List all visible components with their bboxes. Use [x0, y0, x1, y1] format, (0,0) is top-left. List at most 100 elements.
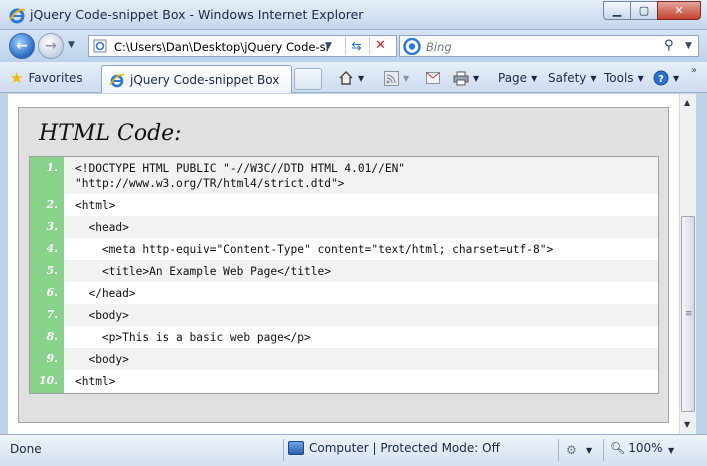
- code-text: <meta http-equiv="Content-Type" content=…: [75, 243, 554, 256]
- favorites-label: Favorites: [28, 71, 83, 85]
- code-text: <html>: [75, 199, 116, 212]
- code-line: 2. <html>: [30, 194, 658, 216]
- page-menu[interactable]: Page ▼: [498, 69, 537, 87]
- code-line: 9. <body>: [30, 348, 658, 370]
- feeds-button[interactable]: ▼: [384, 69, 409, 87]
- chevron-down-icon: ▼: [673, 73, 680, 83]
- minimize-icon: ▁: [612, 4, 622, 17]
- scroll-up-icon[interactable]: ▲: [684, 98, 690, 107]
- code-line: 8. <p>This is a basic web page</p>: [30, 326, 658, 348]
- scroll-down-icon[interactable]: ▼: [684, 420, 690, 429]
- maximize-button[interactable]: ▢: [630, 1, 658, 20]
- chevron-down-icon[interactable]: ▼: [586, 446, 592, 455]
- new-tab-button[interactable]: [294, 68, 322, 90]
- status-divider: [283, 439, 284, 461]
- address-dropdown[interactable]: ▼: [325, 41, 332, 51]
- recent-pages-dropdown[interactable]: ▼: [68, 40, 75, 50]
- protected-mode-icon[interactable]: ⚙: [566, 443, 577, 457]
- code-text: <title>An Example Web Page</title>: [75, 265, 331, 278]
- page-content: HTML Code: 1. <!DOCTYPE HTML PUBLIC "-//W…: [8, 94, 679, 434]
- close-button[interactable]: ✕: [657, 1, 701, 20]
- address-toolbar: ← → ▼ C:\Users\Dan\Desktop\jQuery Code-s…: [0, 30, 707, 62]
- read-mail-button[interactable]: [426, 69, 440, 87]
- vertical-scrollbar[interactable]: ▲ ≡ ▼: [679, 94, 696, 434]
- code-text: <body>: [75, 353, 129, 366]
- zoom-control[interactable]: 🔍︎ 100%: [610, 441, 663, 455]
- tools-menu-label: Tools: [604, 71, 634, 85]
- svg-text:?: ?: [658, 74, 664, 85]
- security-zone[interactable]: Computer | Protected Mode: Off: [288, 441, 500, 455]
- line-number: 5.: [46, 264, 58, 277]
- grip-icon: ≡: [685, 309, 693, 319]
- code-text: <head>: [75, 221, 129, 234]
- command-bar: ★ Favorites jQuery Code-snippet Box ▼ ▼: [0, 62, 707, 93]
- bing-icon: [403, 38, 421, 55]
- line-number: 2.: [46, 198, 58, 211]
- computer-icon: [288, 441, 304, 455]
- status-divider: [558, 439, 559, 461]
- rss-feed-icon: [384, 70, 399, 86]
- zoom-icon: 🔍︎: [610, 441, 626, 455]
- code-block: 1. <!DOCTYPE HTML PUBLIC "-//W3C//DTD HTM…: [29, 156, 659, 394]
- code-text: <!DOCTYPE HTML PUBLIC "-//W3C//DTD HTML …: [75, 162, 406, 190]
- code-line: 3. <head>: [30, 216, 658, 238]
- line-number: 3.: [46, 220, 58, 233]
- status-text: Done: [10, 442, 42, 456]
- code-line: 6. </head>: [30, 282, 658, 304]
- tab-label: jQuery Code-snippet Box: [130, 73, 280, 87]
- print-button[interactable]: ▼: [453, 69, 479, 87]
- window-frame-right: [696, 94, 707, 434]
- tab-active[interactable]: jQuery Code-snippet Box: [101, 65, 292, 93]
- help-icon: ?: [653, 70, 669, 86]
- code-text: <body>: [75, 309, 129, 322]
- search-box[interactable]: Bing ⚲ ▼: [399, 35, 699, 57]
- back-arrow-icon: ←: [16, 38, 28, 54]
- url-text[interactable]: C:\Users\Dan\Desktop\jQuery Code-sni: [114, 40, 329, 54]
- window-title: jQuery Code-snippet Box - Windows Intern…: [30, 7, 364, 22]
- stop-icon[interactable]: ✕: [369, 37, 391, 55]
- chevron-down-icon[interactable]: ▼: [668, 446, 674, 455]
- code-line: 5. <title>An Example Web Page</title>: [30, 260, 658, 282]
- page-icon: [93, 39, 107, 53]
- help-button[interactable]: ? ▼: [653, 69, 679, 87]
- page-title: HTML Code:: [39, 121, 182, 146]
- chevron-down-icon: ▼: [531, 73, 538, 83]
- home-button[interactable]: ▼: [338, 69, 364, 87]
- page-menu-label: Page: [498, 71, 528, 85]
- code-line: 7. <body>: [30, 304, 658, 326]
- minimize-button[interactable]: ▁: [603, 1, 631, 20]
- line-number: 8.: [46, 330, 58, 343]
- printer-icon: [453, 71, 469, 85]
- line-number: 6.: [46, 286, 58, 299]
- scrollbar-thumb[interactable]: ≡: [681, 216, 695, 412]
- line-number: 10.: [38, 374, 58, 387]
- line-number: 7.: [46, 308, 58, 321]
- zoom-level: 100%: [628, 441, 663, 455]
- forward-arrow-icon: →: [45, 38, 57, 54]
- star-icon: ★: [10, 69, 24, 87]
- forward-button[interactable]: →: [38, 33, 64, 59]
- address-bar[interactable]: C:\Users\Dan\Desktop\jQuery Code-sni ▼ ⇆…: [88, 35, 397, 57]
- refresh-icon[interactable]: ⇆: [345, 37, 367, 55]
- search-icon[interactable]: ⚲: [664, 38, 674, 53]
- search-input[interactable]: Bing: [426, 40, 452, 54]
- line-number: 4.: [46, 242, 58, 255]
- tools-menu[interactable]: Tools ▼: [604, 69, 644, 87]
- chevron-down-icon: ▼: [637, 73, 644, 83]
- code-line: 4. <meta http-equiv="Content-Type" conte…: [30, 238, 658, 260]
- more-commands-icon[interactable]: »: [691, 65, 697, 76]
- window-frame-left: [0, 94, 8, 434]
- back-button[interactable]: ←: [9, 33, 35, 59]
- maximize-icon: ▢: [638, 4, 650, 17]
- safety-menu[interactable]: Safety ▼: [548, 69, 597, 87]
- safety-menu-label: Safety: [548, 71, 587, 85]
- chevron-down-icon: ▼: [590, 73, 597, 83]
- code-line: 10. <html>: [30, 370, 658, 392]
- close-icon: ✕: [674, 4, 684, 17]
- internet-explorer-icon: [9, 8, 26, 24]
- search-options-dropdown[interactable]: ▼: [685, 41, 692, 51]
- zone-label: Computer | Protected Mode: Off: [309, 441, 500, 455]
- mail-icon: [426, 72, 440, 84]
- chevron-down-icon: ▼: [403, 73, 410, 83]
- favorites-button[interactable]: ★ Favorites: [10, 68, 83, 88]
